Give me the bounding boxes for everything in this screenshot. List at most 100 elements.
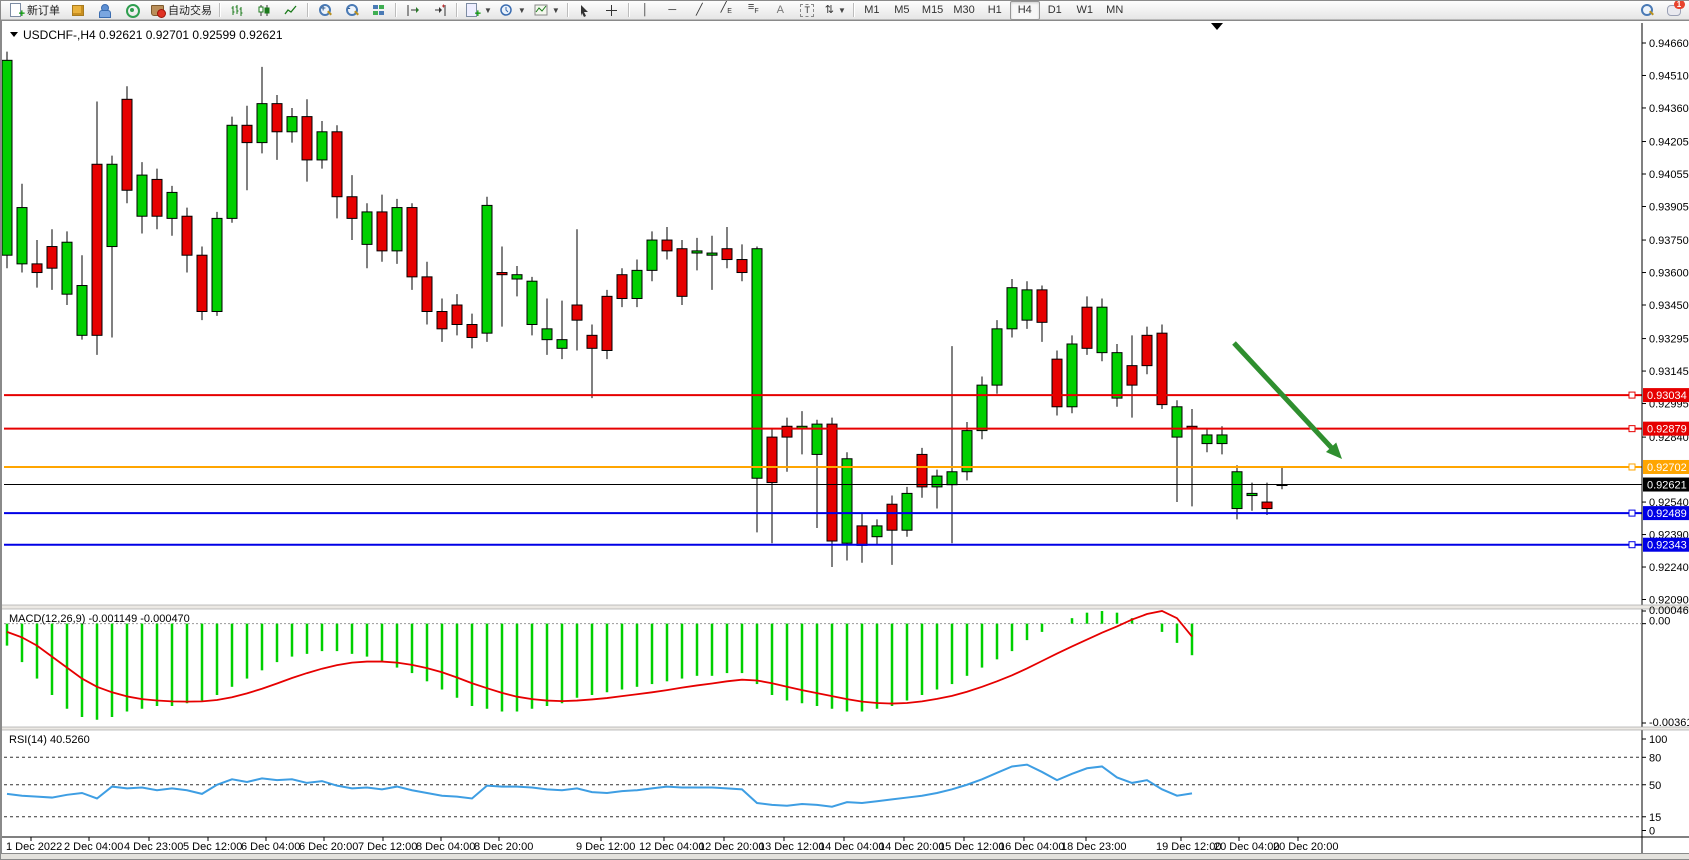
- search-button[interactable]: [1633, 1, 1660, 20]
- market-watch-button[interactable]: [91, 1, 118, 20]
- toolbar-separator: [395, 3, 396, 17]
- equidistant-channel-icon: ╱E: [717, 0, 736, 19]
- cursor-button[interactable]: [571, 1, 598, 20]
- time-tick-label: 15 Dec 12:00: [939, 841, 1004, 853]
- autotrading-label: 自动交易: [168, 2, 212, 18]
- price-tick-label: 0.94510: [1649, 70, 1689, 82]
- cube-icon: [70, 3, 86, 17]
- auto-scroll-button[interactable]: [426, 1, 453, 20]
- zoom-out-button[interactable]: -: [338, 1, 365, 20]
- vertical-line-button[interactable]: │: [632, 1, 659, 20]
- notifications-button[interactable]: 1: [1660, 1, 1687, 20]
- toolbar-separator: [567, 3, 568, 17]
- equidistant-channel-button[interactable]: ╱E: [713, 1, 740, 20]
- tab-m5[interactable]: M5: [887, 1, 917, 20]
- chart-shift-button[interactable]: [399, 1, 426, 20]
- price-tick-label: 0.93145: [1649, 366, 1689, 378]
- horizontal-line-button[interactable]: ─: [659, 1, 686, 20]
- time-tick-label: 16 Dec 04:00: [999, 841, 1064, 853]
- time-tick-label: 2 Dec 04:00: [64, 841, 123, 853]
- price-line-tag-label: 0.92343: [1647, 540, 1687, 552]
- new-chart-button[interactable]: +▼: [460, 1, 496, 20]
- profiles-button[interactable]: ▼: [496, 1, 530, 20]
- price-tick-label: 0.94360: [1649, 103, 1689, 115]
- time-tick-label: 14 Dec 04:00: [819, 841, 884, 853]
- panel-splitter: [1, 727, 1689, 730]
- rsi-tick-label: 100: [1649, 734, 1667, 746]
- svg-text:USDCHF-,H4 0.92621 0.92701 0.: USDCHF-,H4 0.92621 0.92701 0.92599 0.926…: [23, 28, 283, 42]
- tab-w1[interactable]: W1: [1070, 1, 1100, 20]
- tab-d1[interactable]: D1: [1040, 1, 1070, 20]
- hline-handle[interactable]: [1629, 392, 1635, 398]
- time-tick-label: 4 Dec 23:00: [124, 841, 183, 853]
- price-tick-label: 0.93905: [1649, 201, 1689, 213]
- chart-canvas[interactable]: USDCHF-,H4 0.92621 0.92701 0.92599 0.926…: [1, 20, 1689, 859]
- time-tick-label: 20 Dec 20:00: [1273, 841, 1338, 853]
- new-order-label: 新订单: [27, 2, 60, 18]
- horizontal-line-icon: ─: [663, 3, 682, 17]
- time-tick-label: 9 Dec 12:00: [576, 841, 635, 853]
- vertical-line-icon: │: [636, 3, 655, 17]
- rsi-tick-label: 80: [1649, 752, 1661, 764]
- bar-chart-button[interactable]: [223, 1, 250, 20]
- price-tick-label: 0.92240: [1649, 562, 1689, 574]
- time-tick-label: 12 Dec 20:00: [699, 841, 764, 853]
- cube-button[interactable]: [64, 1, 91, 20]
- price-tick-label: 0.94660: [1649, 38, 1689, 50]
- arrows-icon: ⇅: [825, 3, 834, 17]
- time-tick-label: 13 Dec 12:00: [759, 841, 824, 853]
- fibonacci-icon: ≡F: [744, 0, 763, 19]
- search-icon: [1639, 3, 1655, 17]
- market-watch-icon: [97, 3, 113, 17]
- candlestick-chart-icon: [257, 4, 271, 17]
- chat-icon: 1: [1666, 3, 1682, 17]
- toolbar-separator: [456, 3, 457, 17]
- time-tick-label: 6 Dec 04:00: [241, 841, 300, 853]
- autotrading-button[interactable]: 自动交易: [145, 1, 216, 20]
- macd-label: MACD(12,26,9) -0.001149 -0.000470: [9, 613, 190, 625]
- crosshair-button[interactable]: [598, 1, 625, 20]
- panel-splitter: [1, 605, 1689, 609]
- new-order-button[interactable]: + 新订单: [4, 1, 64, 20]
- text-label-button[interactable]: T: [794, 1, 821, 20]
- hline-handle[interactable]: [1629, 510, 1635, 516]
- tab-m30[interactable]: M30: [948, 1, 979, 20]
- toolbar-separator: [219, 3, 220, 17]
- price-line-tag-label: 0.92489: [1647, 508, 1687, 520]
- time-tick-label: 20 Dec 04:00: [1214, 841, 1279, 853]
- navigator-button[interactable]: [118, 1, 145, 20]
- toolbar-separator: [853, 3, 854, 17]
- text-label-icon: T: [800, 4, 814, 17]
- tab-m1[interactable]: M1: [857, 1, 887, 20]
- hline-handle[interactable]: [1629, 464, 1635, 470]
- tab-mn[interactable]: MN: [1100, 1, 1130, 20]
- arrows-button[interactable]: ⇅▼: [821, 1, 850, 20]
- tab-m15[interactable]: M15: [917, 1, 948, 20]
- price-tick-label: 0.94055: [1649, 169, 1689, 181]
- text-button[interactable]: A: [767, 1, 794, 20]
- zoom-in-button[interactable]: +: [311, 1, 338, 20]
- hline-handle[interactable]: [1629, 426, 1635, 432]
- trendline-button[interactable]: ╱: [686, 1, 713, 20]
- time-tick-label: 14 Dec 20:00: [879, 841, 944, 853]
- price-tick-label: 0.93750: [1649, 235, 1689, 247]
- time-tick-label: 1 Dec 2022: [6, 841, 62, 853]
- tile-windows-icon: [371, 3, 387, 17]
- toolbar-separator: [628, 3, 629, 17]
- line-chart-button[interactable]: [277, 1, 304, 20]
- chart-window: USDCHF-,H4 0.92621 0.92701 0.92599 0.926…: [1, 20, 1689, 859]
- time-tick-label: 18 Dec 23:00: [1061, 841, 1126, 853]
- candlestick-chart-button[interactable]: [250, 1, 277, 20]
- macd-tick-label: 0.00: [1649, 616, 1670, 628]
- tab-h4[interactable]: H4: [1010, 1, 1040, 20]
- hline-handle[interactable]: [1629, 542, 1635, 548]
- rsi-tick-label: 0: [1649, 826, 1655, 838]
- tile-windows-button[interactable]: [365, 1, 392, 20]
- line-chart-icon: [284, 4, 298, 17]
- fibonacci-button[interactable]: ≡F: [740, 1, 767, 20]
- notification-badge: 1: [1674, 0, 1685, 9]
- price-line-tag-label: 0.92879: [1647, 424, 1687, 436]
- toolbar: + 新订单 自动交易 + - +▼: [1, 1, 1689, 20]
- templates-button[interactable]: ▼: [530, 1, 564, 20]
- tab-h1[interactable]: H1: [980, 1, 1010, 20]
